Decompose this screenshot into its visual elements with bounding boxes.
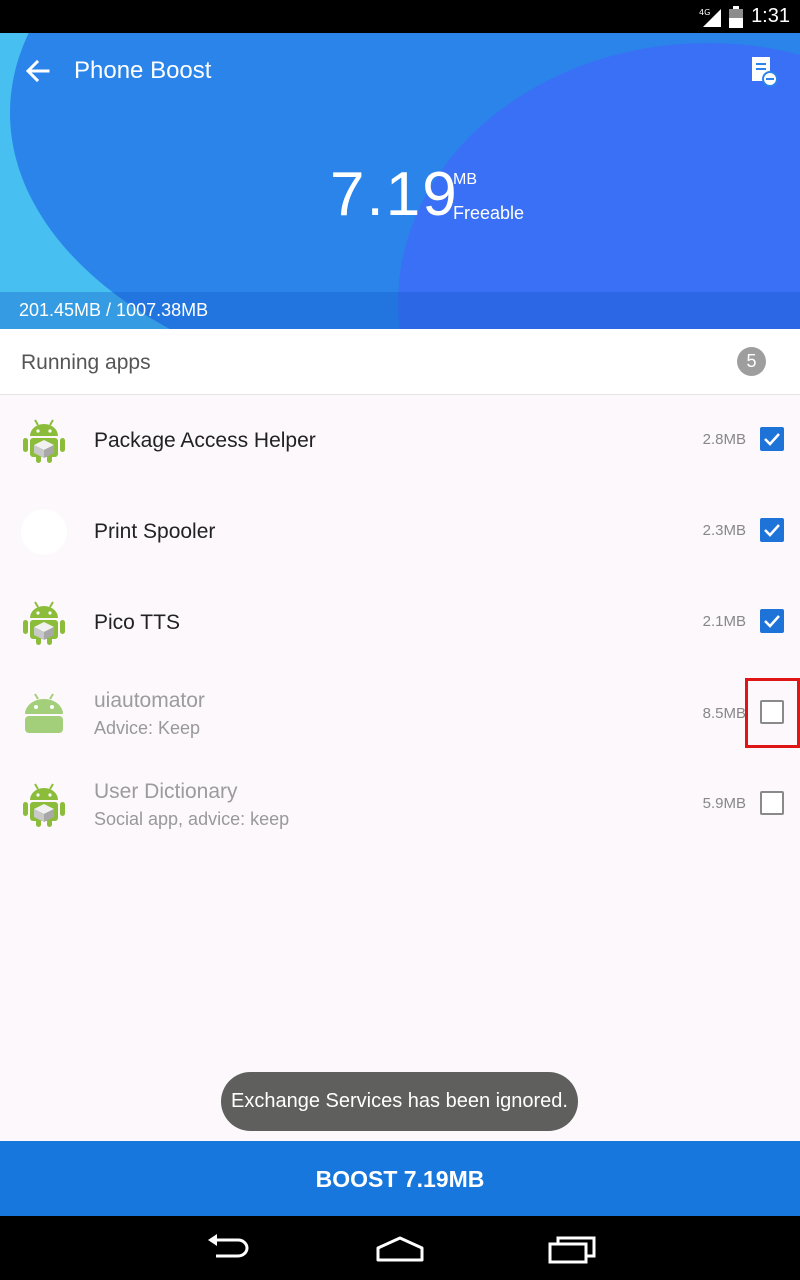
freeable-unit: MB [453, 171, 477, 188]
battery-icon [729, 5, 744, 28]
memory-usage-bar: 201.45MB / 1007.38MB [0, 292, 800, 329]
app-name: User Dictionary [94, 780, 238, 803]
back-arrow-icon[interactable] [20, 53, 56, 89]
system-navigation-bar [0, 1216, 800, 1280]
app-checkbox-checked[interactable] [760, 518, 784, 542]
app-name: Package Access Helper [94, 429, 316, 452]
running-apps-count-badge: 5 [737, 347, 766, 376]
android-package-icon [23, 419, 65, 463]
running-apps-label: Running apps [21, 351, 151, 374]
android-package-icon [23, 601, 65, 645]
signal-4g-icon: 4G [699, 8, 722, 27]
freeable-label: Freeable [453, 203, 525, 223]
boost-button[interactable]: BOOST 7.19MB [0, 1141, 800, 1216]
app-row-uiautomator[interactable]: uiautomator Advice: Keep 8.5MB [0, 668, 800, 759]
app-name: Pico TTS [94, 611, 180, 634]
page-title: Phone Boost [74, 57, 212, 84]
android-icon [25, 693, 63, 733]
app-toolbar: Phone Boost [0, 33, 800, 109]
ignore-list-icon[interactable] [748, 55, 778, 87]
app-size: 2.3MB [702, 522, 746, 539]
recent-apps-nav-icon[interactable] [544, 1230, 600, 1266]
app-checkbox-checked[interactable] [760, 609, 784, 633]
back-nav-icon[interactable] [202, 1230, 258, 1266]
app-name: Print Spooler [94, 520, 216, 543]
app-advice: Advice: Keep [94, 718, 201, 738]
app-name: uiautomator [94, 689, 205, 712]
app-row-print-spooler[interactable]: Print Spooler 2.3MB [0, 486, 800, 577]
memory-usage-text: 201.45MB / 1007.38MB [19, 300, 209, 320]
app-size: 5.9MB [702, 795, 746, 812]
home-nav-icon[interactable] [372, 1230, 428, 1266]
freeable-memory: 7.19 MB Freeable [0, 163, 800, 233]
running-apps-header: Running apps 5 [0, 329, 800, 395]
target-highlight-box [745, 678, 800, 748]
status-time: 1:31 [751, 5, 790, 27]
freeable-value: 7.19 [330, 160, 459, 229]
app-row-pico-tts[interactable]: Pico TTS 2.1MB [0, 577, 800, 668]
app-size: 8.5MB [702, 705, 746, 722]
print-spooler-icon [21, 509, 67, 555]
toast-message: Exchange Services has been ignored. [221, 1072, 578, 1131]
app-row-package-access-helper[interactable]: Package Access Helper 2.8MB [0, 395, 800, 486]
app-size: 2.1MB [702, 613, 746, 630]
svg-text:4G: 4G [699, 8, 710, 17]
boost-summary-panel: Phone Boost 7.19 MB Freeable 201.45MB / … [0, 33, 800, 329]
android-package-icon [23, 783, 65, 827]
app-checkbox-checked[interactable] [760, 427, 784, 451]
app-checkbox-unchecked[interactable] [760, 791, 784, 815]
status-bar: 4G 1:31 [0, 0, 800, 33]
app-advice: Social app, advice: keep [94, 809, 290, 829]
app-size: 2.8MB [702, 431, 746, 448]
app-row-user-dictionary[interactable]: User Dictionary Social app, advice: keep… [0, 759, 800, 850]
